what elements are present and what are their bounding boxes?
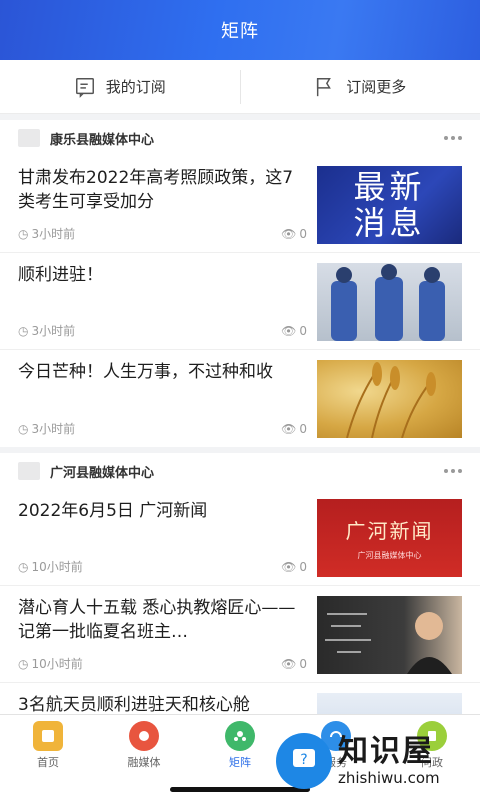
media-logo-icon <box>18 129 40 147</box>
views-eye-icon: 👁 <box>281 559 297 574</box>
article-time: 10小时前 <box>31 657 83 671</box>
article-time: 3小时前 <box>31 422 76 436</box>
watermark-logo-icon: ? <box>276 733 332 789</box>
article-thumbnail <box>317 693 462 715</box>
article-thumbnail <box>317 360 462 438</box>
article-item[interactable]: 顺利进驻！ ◷ 3小时前 👁 0 <box>0 253 480 350</box>
article-item[interactable]: 2022年6月5日 广河新闻 ◷ 10小时前 👁 0 广河新闻 广河县融媒体中心 <box>0 489 480 586</box>
clock-icon: ◷ <box>18 226 29 241</box>
matrix-icon <box>225 721 255 751</box>
more-options-icon[interactable] <box>444 136 462 140</box>
my-subscriptions-tab[interactable]: 我的订阅 <box>0 60 240 113</box>
tab-home[interactable]: 首页 <box>0 721 96 800</box>
watermark-text: 知识屋 <box>338 734 434 769</box>
article-thumbnail <box>317 596 462 674</box>
article-views: 0 <box>299 421 307 436</box>
article-item[interactable]: 潜心育人十五载 悉心执教熔匠心——记第一批临夏名班主… ◷ 10小时前 👁 0 <box>0 586 480 683</box>
media-logo-icon <box>18 462 40 480</box>
views-eye-icon: 👁 <box>281 323 297 338</box>
news-feed[interactable]: 康乐县融媒体中心 甘肃发布2022年高考照顾政策，这7类考生可享受加分 ◷ 3小时… <box>0 120 480 715</box>
svg-text:?: ? <box>300 752 307 768</box>
article-title: 2022年6月5日 广河新闻 <box>18 501 208 521</box>
article-time: 10小时前 <box>31 560 83 574</box>
media-section: 广河县融媒体中心 2022年6月5日 广河新闻 ◷ 10小时前 👁 0 广河新闻 广… <box>0 453 480 715</box>
article-views: 0 <box>299 559 307 574</box>
article-views: 0 <box>299 226 307 241</box>
article-title: 3名航天员顺利进驻天和核心舱 <box>18 695 250 715</box>
article-time: 3小时前 <box>31 227 76 241</box>
section-header[interactable]: 康乐县融媒体中心 <box>0 120 480 156</box>
subscribe-more-tab[interactable]: 订阅更多 <box>241 60 480 113</box>
my-subscriptions-label: 我的订阅 <box>105 78 166 96</box>
clock-icon: ◷ <box>18 559 29 574</box>
subscribe-more-label: 订阅更多 <box>346 78 407 96</box>
tab-label: 融媒体 <box>127 756 161 769</box>
app-header: 矩阵 <box>0 0 480 60</box>
article-time: 3小时前 <box>31 324 76 338</box>
thumb-text: 广河新闻 <box>345 519 434 543</box>
section-name: 康乐县融媒体中心 <box>50 132 155 148</box>
subscription-icon <box>75 77 94 98</box>
thumb-text: 广河县融媒体中心 <box>357 551 422 560</box>
article-thumbnail <box>317 263 462 341</box>
subscribe-more-icon <box>317 77 332 96</box>
views-eye-icon: 👁 <box>281 226 297 241</box>
clock-icon: ◷ <box>18 421 29 436</box>
clock-icon: ◷ <box>18 656 29 671</box>
article-item[interactable]: 3名航天员顺利进驻天和核心舱 <box>0 683 480 715</box>
section-header[interactable]: 广河县融媒体中心 <box>0 453 480 489</box>
watermark-domain: zhishiwu.com <box>338 769 440 787</box>
views-eye-icon: 👁 <box>281 656 297 671</box>
tab-label: 矩阵 <box>229 756 251 769</box>
article-title: 甘肃发布2022年高考照顾政策，这7类考生可享受加分 <box>18 168 294 212</box>
views-eye-icon: 👁 <box>281 421 297 436</box>
tab-label: 首页 <box>37 756 59 769</box>
section-name: 广河县融媒体中心 <box>50 465 155 481</box>
home-icon <box>33 721 63 751</box>
article-thumbnail: 广河新闻 广河县融媒体中心 <box>317 499 462 577</box>
clock-icon: ◷ <box>18 323 29 338</box>
article-title: 顺利进驻！ <box>18 265 103 285</box>
thumb-text: 最新 <box>353 168 426 206</box>
more-options-icon[interactable] <box>444 469 462 473</box>
article-item[interactable]: 甘肃发布2022年高考照顾政策，这7类考生可享受加分 ◷ 3小时前 👁 0 最新 消… <box>0 156 480 253</box>
media-icon <box>129 721 159 751</box>
article-views: 0 <box>299 656 307 671</box>
article-item[interactable]: 今日芒种！人生万事，不过种和收 ◷ 3小时前 👁 0 <box>0 350 480 447</box>
thumb-text: 消息 <box>353 204 426 242</box>
page-title: 矩阵 <box>221 21 259 42</box>
article-views: 0 <box>299 323 307 338</box>
watermark: ? 知识屋 zhishiwu.com <box>276 726 476 796</box>
article-title: 潜心育人十五载 悉心执教熔匠心——记第一批临夏名班主… <box>18 598 296 642</box>
article-thumbnail: 最新 消息 <box>317 166 462 244</box>
media-section: 康乐县融媒体中心 甘肃发布2022年高考照顾政策，这7类考生可享受加分 ◷ 3小时… <box>0 120 480 447</box>
article-title: 今日芒种！人生万事，不过种和收 <box>18 362 273 382</box>
subscription-bar: 我的订阅 订阅更多 <box>0 60 480 114</box>
